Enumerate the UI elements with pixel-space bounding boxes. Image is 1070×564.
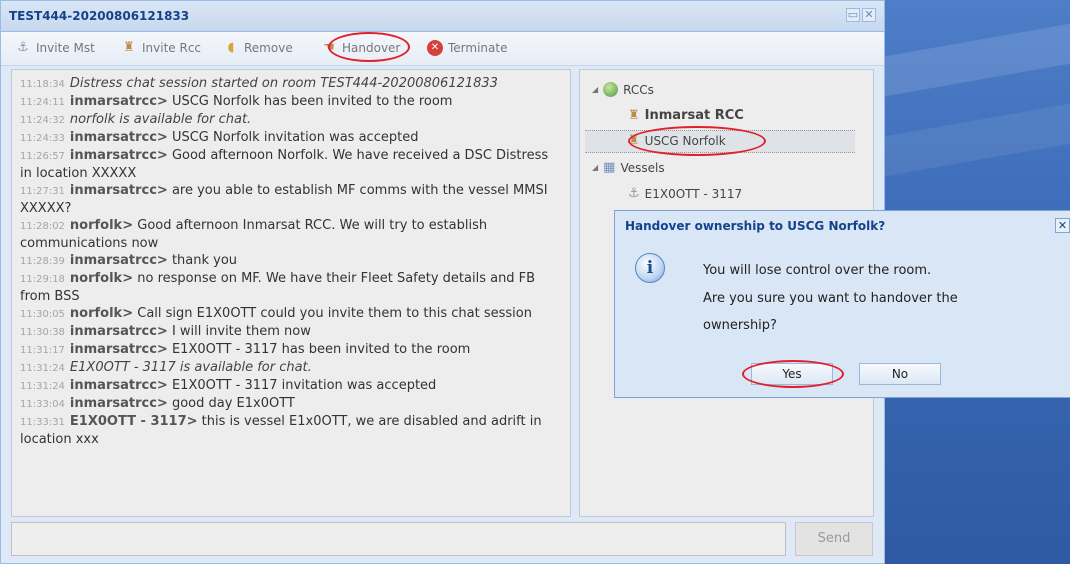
- handover-confirm-dialog: Handover ownership to USCG Norfolk? ✕ i …: [614, 210, 1070, 398]
- message-sender: norfolk>: [69, 271, 134, 286]
- tree-node-vessels[interactable]: ◢ ▦ Vessels: [592, 160, 665, 175]
- message-sender: norfolk>: [69, 218, 134, 233]
- globe-icon: [603, 82, 619, 97]
- message-timestamp: 11:24:32: [20, 115, 65, 126]
- tree-node-uscg-norfolk[interactable]: ♜ USCG Norfolk: [628, 133, 726, 148]
- window-title: TEST444-20200806121833: [9, 9, 190, 23]
- message-text: I will invite them now: [171, 324, 311, 339]
- chat-message: 11:26:57 inmarsatrcc> Good afternoon Norf…: [20, 147, 562, 182]
- background-stripe: [885, 103, 1070, 177]
- tree-node-vessel-e1x0ott[interactable]: ⚓ E1X0OTT - 3117: [628, 186, 742, 201]
- chat-message: 11:24:11 inmarsatrcc> USCG Norfolk has be…: [20, 93, 562, 111]
- handover-icon: ☚: [323, 40, 335, 55]
- message-text: USCG Norfolk has been invited to the roo…: [171, 94, 453, 109]
- message-timestamp: 11:33:31: [20, 417, 65, 428]
- lighthouse-icon: ♜: [628, 108, 640, 123]
- message-timestamp: 11:33:04: [20, 399, 65, 410]
- handover-button[interactable]: ☚ Handover: [321, 40, 400, 56]
- message-sender: E1X0OTT - 3117>: [69, 414, 198, 429]
- message-sender: inmarsatrcc>: [69, 130, 168, 145]
- expand-icon[interactable]: ◢: [592, 163, 598, 172]
- message-timestamp: 11:28:39: [20, 256, 65, 267]
- background-stripe: [885, 23, 1070, 97]
- tree-node-rccs[interactable]: ◢ RCCs: [592, 82, 654, 97]
- chat-message: 11:29:18 norfolk> no response on MF. We h…: [20, 270, 562, 305]
- chat-message: 11:31:24 inmarsatrcc> E1X0OTT - 3117 invi…: [20, 377, 562, 395]
- chat-message: 11:24:33 inmarsatrcc> USCG Norfolk invita…: [20, 129, 562, 147]
- close-icon[interactable]: ✕: [1055, 218, 1070, 233]
- message-timestamp: 11:18:34: [20, 79, 65, 90]
- remove-icon: ◖: [227, 40, 235, 55]
- chat-message: 11:33:31 E1X0OTT - 3117> this is vessel E…: [20, 413, 562, 448]
- vessels-icon: ▦: [603, 160, 616, 175]
- chat-message: 11:28:02 norfolk> Good afternoon Inmarsat…: [20, 217, 562, 252]
- chat-message: 11:31:24 E1X0OTT - 3117 is available for …: [20, 359, 562, 377]
- message-sender: inmarsatrcc>: [69, 342, 168, 357]
- maximize-icon[interactable]: ▭: [846, 8, 860, 22]
- terminate-button[interactable]: ✕ Terminate: [427, 40, 507, 56]
- chat-message: 11:18:34 Distress chat session started on…: [20, 75, 562, 93]
- chat-message: 11:30:05 norfolk> Call sign E1X0OTT could…: [20, 305, 562, 323]
- lighthouse-icon: ♜: [123, 40, 135, 55]
- message-timestamp: 11:26:57: [20, 151, 65, 162]
- chat-message: 11:33:04 inmarsatrcc> good day E1x0OTT: [20, 395, 562, 413]
- invite-rcc-button[interactable]: ♜ Invite Rcc: [121, 40, 201, 56]
- message-sender: inmarsatrcc>: [69, 396, 168, 411]
- message-timestamp: 11:31:17: [20, 345, 65, 356]
- tree-node-inmarsat-rcc[interactable]: ♜ Inmarsat RCC: [628, 108, 744, 123]
- message-text: E1X0OTT - 3117 is available for chat.: [69, 360, 312, 375]
- message-text: Distress chat session started on room TE…: [69, 76, 498, 91]
- chat-message: 11:28:39 inmarsatrcc> thank you: [20, 252, 562, 270]
- send-button[interactable]: Send: [795, 522, 873, 556]
- invite-mst-button[interactable]: ⚓ Invite Mst: [15, 40, 95, 56]
- toolbar: ⚓ Invite Mst ♜ Invite Rcc ◖ Remove ☚ Han…: [1, 32, 884, 66]
- message-timestamp: 11:31:24: [20, 381, 65, 392]
- lighthouse-icon: ♜: [628, 133, 640, 148]
- message-text: good day E1x0OTT: [171, 396, 295, 411]
- message-text: thank you: [171, 253, 238, 268]
- close-icon[interactable]: ✕: [862, 8, 876, 22]
- message-timestamp: 11:29:18: [20, 274, 65, 285]
- message-timestamp: 11:27:31: [20, 186, 65, 197]
- anchor-icon: ⚓: [628, 186, 640, 201]
- message-input[interactable]: [11, 522, 786, 556]
- remove-button[interactable]: ◖ Remove: [223, 40, 293, 56]
- no-button[interactable]: No: [859, 363, 941, 385]
- message-sender: inmarsatrcc>: [69, 148, 168, 163]
- message-timestamp: 11:24:11: [20, 97, 65, 108]
- message-timestamp: 11:30:05: [20, 309, 65, 320]
- chat-message: 11:30:38 inmarsatrcc> I will invite them …: [20, 323, 562, 341]
- message-sender: inmarsatrcc>: [69, 253, 168, 268]
- dialog-title: Handover ownership to USCG Norfolk?: [625, 219, 886, 233]
- message-timestamp: 11:24:33: [20, 133, 65, 144]
- message-timestamp: 11:28:02: [20, 221, 65, 232]
- info-icon: i: [635, 253, 665, 283]
- message-text: USCG Norfolk invitation was accepted: [171, 130, 419, 145]
- expand-icon[interactable]: ◢: [592, 85, 598, 94]
- message-sender: norfolk>: [69, 306, 134, 321]
- chat-log[interactable]: 11:18:34 Distress chat session started on…: [11, 69, 571, 517]
- dialog-message-line3: ownership?: [703, 318, 777, 333]
- dialog-message-line2: Are you sure you want to handover the: [703, 291, 958, 306]
- message-timestamp: 11:31:24: [20, 363, 65, 374]
- message-sender: inmarsatrcc>: [69, 378, 168, 393]
- message-text: norfolk is available for chat.: [69, 112, 252, 127]
- message-text: Call sign E1X0OTT could you invite them …: [137, 306, 532, 321]
- chat-message: 11:24:32 norfolk is available for chat.: [20, 111, 562, 129]
- terminate-icon: ✕: [427, 40, 443, 56]
- message-timestamp: 11:30:38: [20, 327, 65, 338]
- dialog-message-line1: You will lose control over the room.: [703, 263, 932, 278]
- anchor-icon: ⚓: [17, 40, 29, 55]
- window-titlebar[interactable]: TEST444-20200806121833 ▭ ✕: [1, 1, 884, 32]
- message-text: E1X0OTT - 3117 invitation was accepted: [171, 378, 437, 393]
- chat-message: 11:31:17 inmarsatrcc> E1X0OTT - 3117 has …: [20, 341, 562, 359]
- chat-message: 11:27:31 inmarsatrcc> are you able to est…: [20, 182, 562, 217]
- message-text: E1X0OTT - 3117 has been invited to the r…: [171, 342, 471, 357]
- yes-button[interactable]: Yes: [751, 363, 833, 385]
- message-sender: inmarsatrcc>: [69, 183, 168, 198]
- message-sender: inmarsatrcc>: [69, 94, 168, 109]
- message-sender: inmarsatrcc>: [69, 324, 168, 339]
